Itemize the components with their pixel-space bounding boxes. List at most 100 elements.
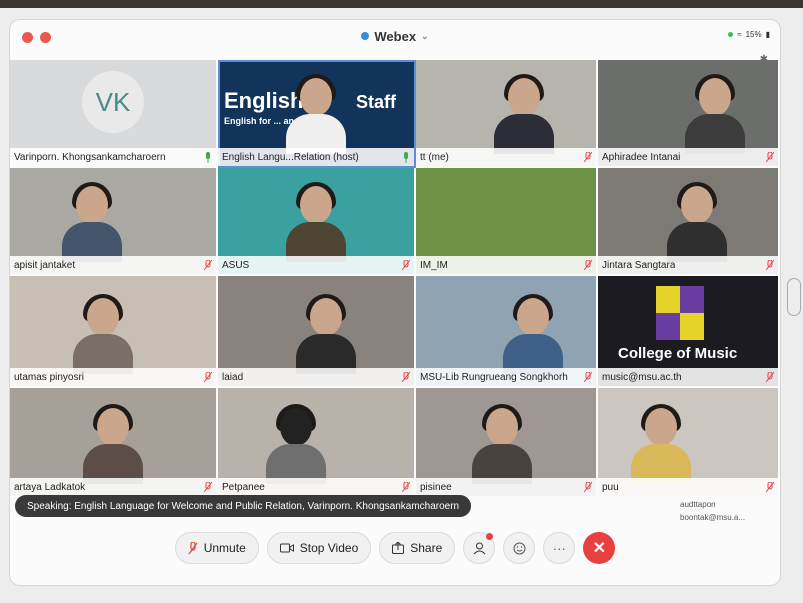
video-grid: VK Varinporn. Khongsankamcharoern Englis… [10,60,780,500]
mic-off-icon [402,371,410,382]
name-bar: music@msu.ac.th [598,368,778,386]
name-bar: tt (me) [416,148,596,166]
participant-video [266,404,327,484]
mic-off-icon [204,481,212,492]
participant-name: Jintara Sangtara [602,259,676,271]
participant-tile[interactable]: Aphiradee Intanai [598,60,780,168]
name-bar: laiad [218,368,414,386]
mic-off-icon [204,371,212,382]
device-side-button [787,278,801,316]
logo-accent [680,313,704,340]
camera-source-tag: audttapon boontak@msu.a... [680,498,745,524]
logo-accent [656,286,680,313]
participant-tile[interactable]: pisinee [416,388,598,498]
reactions-button[interactable] [503,532,536,564]
close-window-button[interactable] [22,32,33,43]
participant-name: Petpanee [222,481,265,493]
name-bar: apisit jantaket [10,256,216,274]
stop-video-label: Stop Video [299,541,359,555]
wifi-icon: ≈ [737,30,742,39]
name-bar: puu [598,478,778,496]
name-bar: MSU-Lib Rungrueang Songkhorh [416,368,596,386]
participant-name: apisit jantaket [14,259,76,271]
chevron-down-icon: ⌄ [421,30,429,41]
share-button[interactable]: Share [379,532,456,564]
notification-dot [486,533,494,540]
name-bar: Aphiradee Intanai [598,148,778,166]
webex-logo-icon [361,32,370,40]
smiley-icon [513,542,526,554]
minimize-window-button[interactable] [40,32,51,43]
participant-name: music@msu.ac.th [602,371,682,383]
participant-tile[interactable]: Jintara Sangtara [598,168,780,276]
battery-percent: 15% [745,30,762,39]
participant-video [631,404,691,484]
participant-name: IM_IM [420,259,448,271]
end-call-button[interactable]: ✕ [583,532,616,564]
participant-tile[interactable]: Petpanee [218,388,416,498]
close-icon: ✕ [592,540,606,557]
participants-button[interactable] [463,532,496,564]
participant-tile[interactable]: utamas pinyosri [10,276,218,388]
participant-tile[interactable]: artaya Ladkatok [10,388,218,498]
participant-tile[interactable]: puu [598,388,780,498]
participant-name: laiad [222,371,244,383]
meeting-title[interactable]: Webex ⌄ [361,29,429,44]
name-bar: Jintara Sangtara [598,256,778,274]
mic-off-icon [204,259,212,270]
participant-video [62,182,123,262]
banner-text-2: Staff [356,92,396,112]
mic-off-icon [402,481,410,492]
participant-tile-host[interactable]: English Staff English for ... and Public… [218,60,416,168]
name-bar: Petpanee [218,478,414,496]
mic-off-icon [766,151,774,162]
participant-tile[interactable]: College of Music music@msu.ac.th [598,276,780,388]
participant-tile[interactable]: ASUS [218,168,416,276]
share-label: Share [410,541,443,555]
participant-video [83,404,143,484]
mic-on-icon [404,151,408,163]
name-bar: IM_IM [416,256,596,274]
name-bar: pisinee [416,478,596,496]
name-bar: ASUS [218,256,414,274]
participant-name: puu [602,481,619,493]
webex-window: Webex ⌄ ≈ 15% ▮ ✱ VK Varinporn. Khongsan… [10,20,780,585]
camera-tag-line: boontak@msu.a... [680,513,746,522]
participant-video [295,294,356,374]
participant-tile[interactable]: VK Varinporn. Khongsankamcharoern [10,60,218,168]
participant-name: Aphiradee Intanai [602,151,681,163]
mic-on-icon [206,151,210,163]
participant-tile[interactable]: MSU-Lib Rungrueang Songkhorh [416,276,598,388]
name-bar: artaya Ladkatok [10,478,216,496]
unmute-button[interactable]: Unmute [174,532,259,564]
participant-name: MSU-Lib Rungrueang Songkhorh [420,371,568,383]
participant-tile[interactable]: laiad [218,276,416,388]
mic-off-icon [766,371,774,382]
ellipsis-icon: ··· [552,540,566,556]
video-camera-icon [279,543,294,553]
mic-off-icon [766,259,774,270]
participant-video [494,74,554,154]
unmute-label: Unmute [203,541,246,555]
more-options-button[interactable]: ··· [543,532,576,564]
participant-video [503,294,563,374]
participant-video [472,404,533,484]
participant-name: tt (me) [420,151,449,163]
participant-name: pisinee [420,481,452,493]
stop-video-button[interactable]: Stop Video [266,532,372,564]
participant-video [286,182,346,262]
name-bar: English Langu...Relation (host) [218,148,414,166]
camera-indicator-icon [728,32,734,37]
participant-tile[interactable]: tt (me) [416,60,598,168]
mic-off-icon [584,151,592,162]
mic-off-icon [188,541,198,554]
mic-off-icon [584,259,592,270]
participant-video [685,74,745,154]
name-bar: utamas pinyosri [10,368,216,386]
battery-icon: ▮ [765,30,770,39]
participant-video [667,182,727,262]
participant-video [286,74,346,154]
title-bar: Webex ⌄ ≈ 15% ▮ [10,20,780,52]
participant-tile[interactable]: IM_IM [416,168,598,276]
participant-tile[interactable]: apisit jantaket [10,168,218,276]
